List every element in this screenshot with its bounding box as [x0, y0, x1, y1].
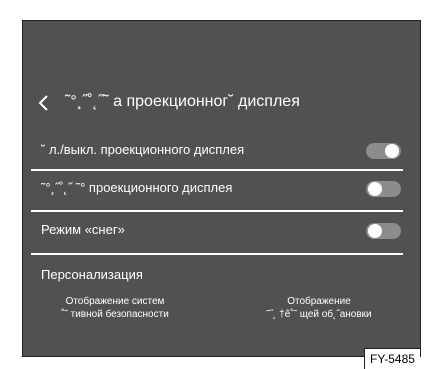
personalization-heading: Персонализация	[41, 267, 143, 282]
option-line: ˜˝˛ †ê˚˜ щей об˛˝ановки	[266, 309, 372, 320]
page-title: ˜°¸˝˚˛˝˜ а проекционног˘ дисплея	[65, 93, 300, 110]
divider	[31, 210, 403, 212]
screen-header: ˜°¸˝˚˛˝˜ а проекционног˘ дисплея	[23, 89, 420, 117]
setting-row-hud-toggle[interactable]: ˘ л./выкл. проекционного дисплея	[31, 134, 403, 168]
display-frame: ˜°¸˝˚˛˝˜ а проекционног˘ дисплея ˘ л./вы…	[22, 20, 421, 357]
setting-label-hud-toggle: ˘ л./выкл. проекционного дисплея	[41, 142, 245, 157]
snow-mode-switch[interactable]	[366, 223, 401, 239]
divider	[31, 253, 403, 255]
hud-position-switch[interactable]	[366, 181, 401, 197]
setting-row-snow-mode[interactable]: Режим «снег»	[31, 214, 403, 248]
divider	[31, 169, 403, 171]
option-line: ˚˜ тивной безопасности	[61, 309, 169, 320]
setting-label-hud-position: ˜°¸˝˚˛˝ ˜° проекционного дисплея	[41, 180, 233, 195]
switch-knob	[368, 224, 382, 238]
setting-label-snow-mode: Режим «снег»	[41, 222, 125, 237]
switch-knob	[368, 182, 382, 196]
hud-on-off-switch[interactable]	[366, 143, 401, 159]
option-line: Отображение систем	[65, 296, 165, 307]
active-safety-display-option[interactable]: Отображение систем ˚˜ тивной безопасност…	[31, 295, 199, 321]
setting-row-hud-position[interactable]: ˜°¸˝˚˛˝ ˜° проекционного дисплея	[31, 172, 403, 206]
figure-code: FY-5485	[364, 348, 420, 369]
hud-settings-screen: ˜°¸˝˚˛˝˜ а проекционног˘ дисплея ˘ л./вы…	[23, 21, 420, 356]
traffic-situation-display-option[interactable]: Отображение ˜˝˛ †ê˚˜ щей об˛˝ановки	[229, 295, 409, 321]
option-line: Отображение	[287, 296, 351, 307]
switch-knob	[385, 144, 399, 158]
back-button[interactable]	[35, 91, 55, 115]
chevron-left-icon	[35, 91, 55, 115]
